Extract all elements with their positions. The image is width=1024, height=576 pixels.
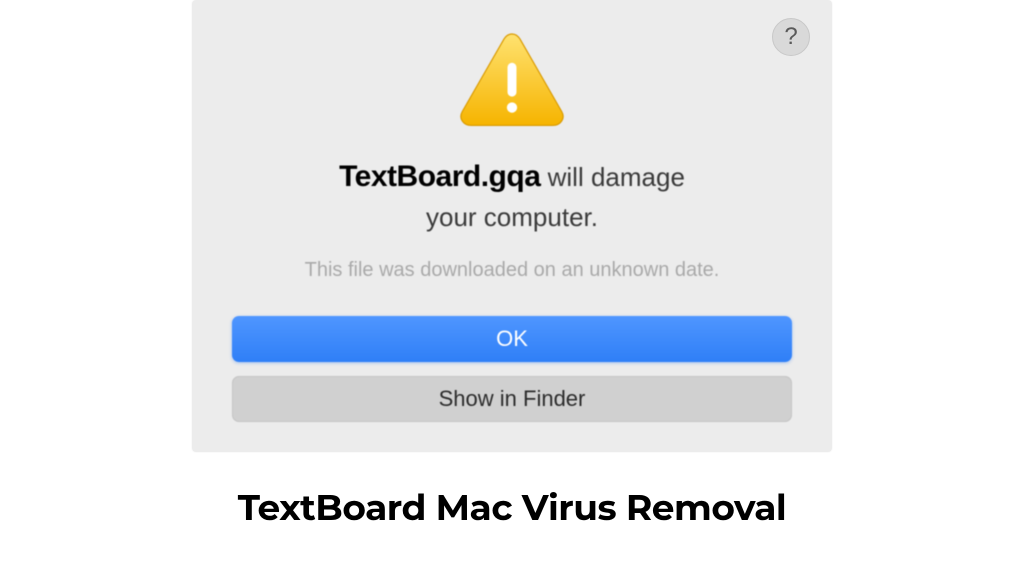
show-button-label: Show in Finder [439, 386, 586, 412]
ok-button[interactable]: OK [232, 316, 792, 362]
app-name: TextBoard.gqa [339, 160, 540, 193]
ok-button-label: OK [496, 326, 528, 352]
button-group: OK Show in Finder [232, 316, 792, 422]
page-caption: TextBoard Mac Virus Removal [238, 486, 787, 530]
help-button[interactable]: ? [772, 18, 810, 56]
help-icon: ? [784, 23, 797, 51]
message-line2: your computer. [339, 200, 685, 235]
warning-icon [457, 30, 567, 127]
alert-subtext: This file was downloaded on an unknown d… [305, 259, 720, 282]
show-in-finder-button[interactable]: Show in Finder [232, 376, 792, 422]
message-suffix: will damage [540, 162, 685, 192]
system-alert-dialog: ? TextBoard.gqa will damage your compute… [192, 0, 832, 452]
alert-message: TextBoard.gqa will damage your computer. [339, 157, 685, 235]
